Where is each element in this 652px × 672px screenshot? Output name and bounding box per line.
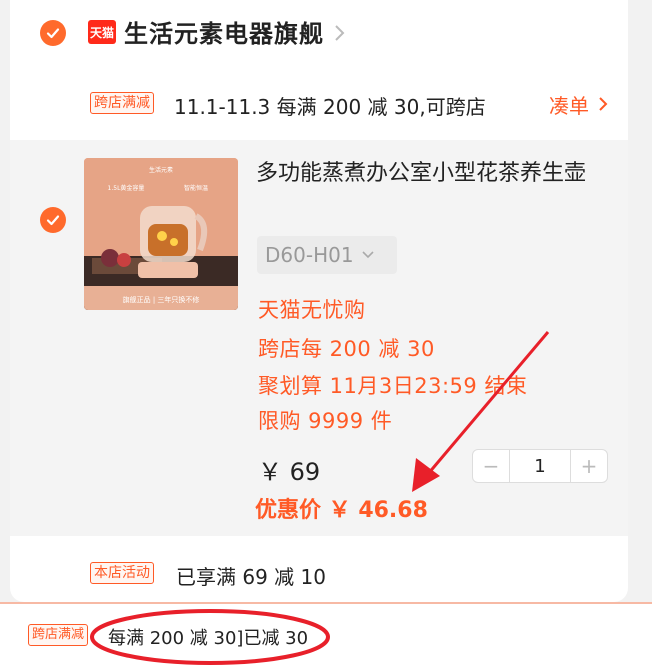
chevron-right-icon[interactable] — [334, 24, 346, 42]
store-activity-tag: 本店活动 — [90, 562, 154, 584]
chevron-down-icon — [361, 251, 374, 259]
sku-selector[interactable]: D60-H01 — [257, 236, 397, 274]
benefit-line: 限购 9999 件 — [258, 409, 393, 433]
bottom-cross-store-tag: 跨店满减 — [28, 624, 89, 646]
thumb-feature-2: 智能恒温 — [184, 184, 208, 192]
quantity-stepper: − 1 + — [472, 449, 608, 483]
kettle-image: 生活元素 1.5L黄金容量 智能恒温 旗舰正品 | 三年只换不修 — [84, 158, 238, 310]
decrement-button[interactable]: − — [473, 450, 509, 482]
benefit-line: 跨店每 200 减 30 — [258, 337, 435, 361]
benefit-line: 天猫无忧购 — [258, 298, 366, 322]
sku-value: D60-H01 — [265, 243, 354, 267]
coudan-link[interactable]: 凑单 — [549, 90, 589, 119]
store-activity-text: 已享满 69 减 10 — [176, 565, 326, 589]
store-name[interactable]: 生活元素电器旗舰 — [124, 14, 324, 49]
product-thumbnail[interactable]: 生活元素 1.5L黄金容量 智能恒温 旗舰正品 | 三年只换不修 — [84, 158, 238, 310]
deal-price: 优惠价 ￥ 46.68 — [255, 498, 428, 523]
item-select-checkbox[interactable] — [40, 207, 66, 233]
benefit-line: 聚划算 11月3日23:59 结束 — [258, 374, 528, 398]
promo-text: 11.1-11.3 每满 200 减 30,可跨店 — [174, 95, 486, 119]
product-title[interactable]: 多功能蒸煮办公室小型花茶养生壶 — [256, 156, 606, 192]
store-select-checkbox[interactable] — [40, 20, 66, 46]
bottom-discount-text: 每满 200 减 30]已减 30 — [108, 628, 309, 649]
thumb-brand: 生活元素 — [149, 166, 173, 174]
thumb-footer: 旗舰正品 | 三年只换不修 — [123, 295, 200, 304]
product-price: ￥ 69 — [258, 458, 321, 486]
thumb-feature-1: 1.5L黄金容量 — [108, 184, 145, 192]
increment-button[interactable]: + — [571, 450, 607, 482]
check-icon — [46, 215, 60, 226]
cross-store-promo-tag: 跨店满减 — [90, 92, 154, 114]
bottom-summary-bar — [0, 602, 652, 672]
quantity-value[interactable]: 1 — [509, 450, 571, 482]
chevron-right-icon[interactable] — [598, 96, 609, 112]
tmall-logo: 天猫 — [88, 20, 116, 44]
check-icon — [46, 28, 60, 39]
